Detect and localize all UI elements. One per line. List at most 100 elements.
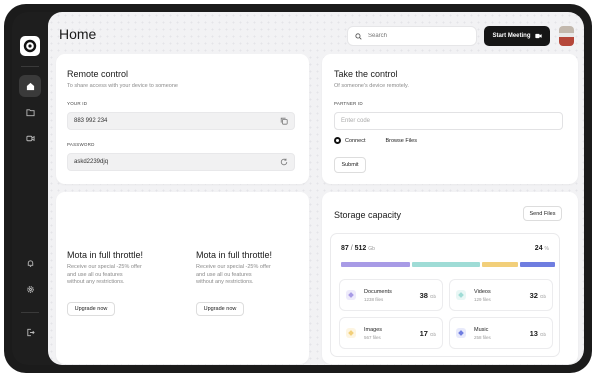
promo-text-line: and use all ou features	[67, 271, 123, 278]
storage-category-documents[interactable]: Documents 1238 files 38 Gb	[339, 279, 443, 311]
password-field: askd2239djq	[67, 153, 295, 171]
storage-bar-segment	[482, 262, 518, 267]
promo-text-line: Receive our special -25% offer	[196, 264, 271, 270]
storage-category-videos[interactable]: Videos 129 files 32 Gb	[449, 279, 553, 311]
sidebar-item-home[interactable]	[19, 75, 41, 97]
take-control-title: Take the control	[334, 69, 398, 79]
sidebar-item-video[interactable]	[19, 127, 41, 149]
documents-icon	[346, 290, 356, 300]
page-title: Home	[59, 26, 97, 42]
storage-used-value: 87	[341, 245, 349, 252]
search-input[interactable]	[368, 33, 458, 39]
gear-icon	[26, 285, 34, 293]
videos-icon	[456, 290, 466, 300]
storage-category-music[interactable]: Music 258 files 13 Gb	[449, 317, 553, 349]
your-id-value: 883 992 234	[74, 118, 108, 124]
promo-text-line: Receive our special -25% offer	[67, 264, 142, 270]
start-meeting-label: Start Meeting	[492, 33, 531, 39]
take-control-subtitle: Of someone's device remotely.	[334, 83, 409, 89]
sidebar-item-logout[interactable]	[19, 321, 41, 343]
storage-percent: 24 %	[535, 245, 549, 252]
sidebar-item-notifications[interactable]	[19, 252, 41, 274]
device-frame: Home Start Meeting Remote control To sha…	[4, 4, 592, 373]
password-value: askd2239djq	[74, 159, 109, 165]
promo-text: Receive our special -25% offer and use a…	[67, 264, 147, 287]
storage-card: Storage capacity Send Files 87 / 512 Gb …	[322, 192, 578, 364]
radio-connect[interactable]: Connect	[334, 137, 366, 144]
video-icon	[25, 135, 35, 141]
category-name: Documents	[364, 288, 392, 295]
user-avatar[interactable]	[559, 26, 574, 46]
category-size-value: 13	[529, 329, 538, 338]
your-id-label: YOUR ID	[67, 101, 88, 106]
start-meeting-button[interactable]: Start Meeting	[484, 26, 550, 46]
radio-browse-files-label: Browse Files	[385, 137, 417, 144]
storage-percent-unit: %	[544, 246, 549, 252]
images-icon	[346, 328, 356, 338]
sidebar-item-files[interactable]	[19, 101, 41, 123]
category-size: 32 Gb	[530, 291, 546, 300]
remote-control-card: Remote control To share access with your…	[56, 54, 309, 184]
upgrade-now-button[interactable]: Upgrade now	[196, 302, 244, 316]
category-count: 129 files	[474, 296, 491, 302]
remote-control-title: Remote control	[67, 69, 129, 79]
promo-text: Receive our special -25% offer and use a…	[196, 264, 276, 287]
partner-id-placeholder: Enter code	[341, 118, 371, 124]
storage-used: 87 / 512 Gb	[341, 245, 375, 252]
storage-percent-value: 24	[534, 245, 543, 252]
connection-mode-options: Connect Browse Files	[334, 137, 417, 144]
category-size: 13 Gb	[530, 329, 546, 338]
search-bar[interactable]	[347, 26, 477, 46]
storage-unit: Gb	[368, 246, 375, 252]
send-files-button[interactable]: Send Files	[523, 206, 562, 221]
radio-browse-files[interactable]: Browse Files	[386, 138, 417, 144]
partner-id-input[interactable]: Enter code	[334, 112, 563, 130]
promo-text-line: and use all ou features	[196, 271, 252, 278]
password-label: PASSWORD	[67, 142, 95, 147]
category-size-unit: Gb	[539, 332, 546, 337]
sidebar	[12, 12, 48, 365]
main-content: Home Start Meeting Remote control To sha…	[48, 12, 584, 365]
your-id-field: 883 992 234	[67, 112, 295, 130]
category-size-value: 38	[419, 291, 428, 300]
radio-connect-label: Connect	[345, 137, 366, 144]
video-camera-icon	[534, 33, 542, 39]
category-size: 17 Gb	[420, 329, 436, 338]
storage-usage-bar	[341, 262, 555, 267]
home-icon	[26, 82, 34, 90]
category-name: Music	[474, 326, 489, 333]
category-size-value: 32	[529, 291, 538, 300]
category-count: 1238 files	[364, 296, 384, 302]
promo-title: Mota in full throttle!	[196, 250, 273, 260]
storage-total-value: 512	[354, 245, 367, 252]
promo-title: Mota in full throttle!	[67, 250, 144, 260]
promo-text-line: without any restrictions.	[196, 279, 254, 285]
promo-card: Mota in full throttle! Receive our speci…	[56, 192, 309, 364]
search-icon	[355, 32, 362, 40]
refresh-icon[interactable]	[280, 158, 288, 166]
sidebar-divider-bottom	[21, 312, 39, 313]
category-name: Images	[364, 326, 383, 333]
category-size-unit: Gb	[429, 332, 436, 337]
storage-bar-segment	[341, 262, 410, 267]
category-size: 38 Gb	[420, 291, 436, 300]
storage-bar-segment	[519, 262, 555, 267]
storage-summary: 87 / 512 Gb 24 % Documents 1238 files 38…	[330, 233, 560, 357]
partner-id-label: PARTNER ID	[334, 101, 363, 106]
promo-text-line: without any restrictions.	[67, 279, 125, 285]
sidebar-item-settings[interactable]	[19, 278, 41, 300]
app-logo[interactable]	[20, 36, 40, 56]
storage-bar-segment	[411, 262, 481, 267]
storage-category-images[interactable]: Images 567 files 17 Gb	[339, 317, 443, 349]
sidebar-divider	[21, 66, 39, 67]
bell-icon	[27, 259, 33, 267]
submit-button[interactable]: Submit	[334, 157, 366, 173]
remote-control-subtitle: To share access with your device to some…	[67, 83, 178, 89]
logout-icon	[26, 328, 35, 336]
copy-icon[interactable]	[280, 117, 288, 125]
upgrade-now-button[interactable]: Upgrade now	[67, 302, 115, 316]
category-size-unit: Gb	[539, 294, 546, 299]
category-size-unit: Gb	[429, 294, 436, 299]
storage-title: Storage capacity	[334, 210, 402, 220]
category-count: 567 files	[364, 334, 381, 340]
